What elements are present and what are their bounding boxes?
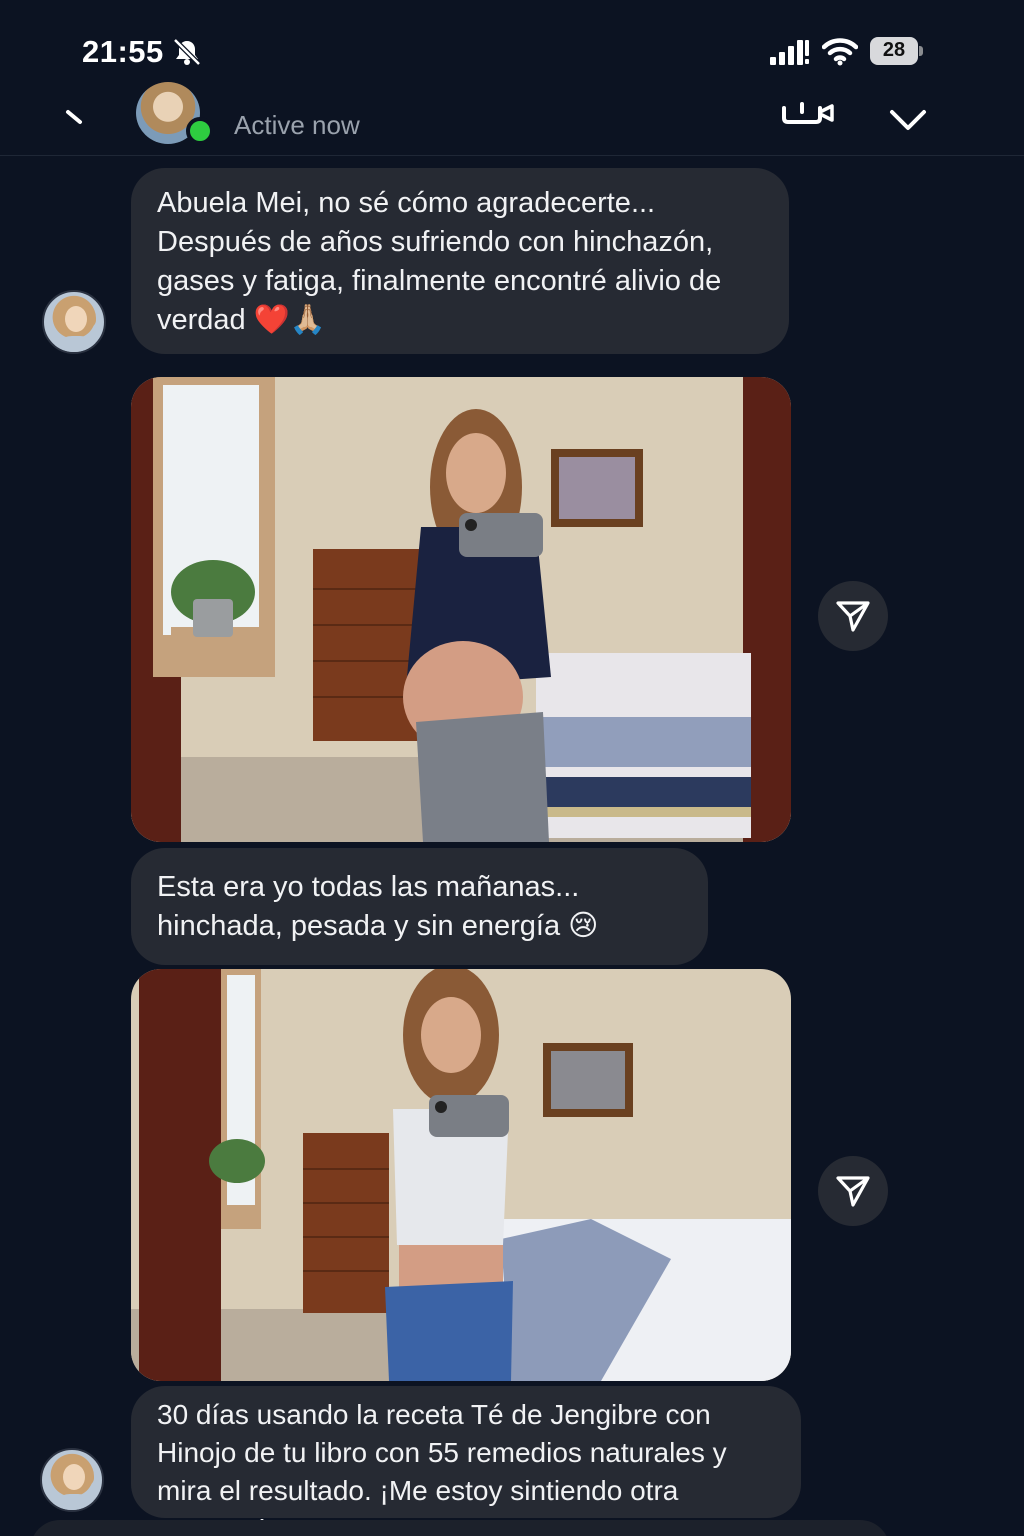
active-status: Active now	[234, 110, 360, 140]
send-icon	[836, 601, 870, 632]
battery-level: 28	[882, 39, 906, 61]
video-call-icon[interactable]	[780, 100, 836, 130]
message-bubble[interactable]: 30 días usando la receta Té de Jengibre …	[131, 1386, 801, 1536]
send-icon	[836, 1176, 870, 1207]
message-line: Hinojo de tu libro con 55 remedios natur…	[157, 1437, 727, 1468]
message-line: verdad ❤️🙏🏼	[157, 304, 326, 336]
sender-avatar[interactable]	[42, 290, 106, 354]
message-line: gases y fatiga, finalmente encontré aliv…	[157, 265, 722, 297]
message-line: 30 días usando la receta Té de Jengibre …	[157, 1399, 711, 1430]
back-icon[interactable]	[60, 104, 90, 134]
signal-icon	[770, 40, 809, 65]
chevron-down-icon[interactable]	[888, 104, 928, 134]
share-button[interactable]	[818, 1156, 888, 1226]
before-photo-image	[131, 377, 791, 842]
message-bubble[interactable]: Esta era yo todas las mañanas... hinchad…	[131, 848, 708, 965]
after-photo-image	[131, 969, 791, 1381]
after-photo[interactable]	[131, 969, 791, 1381]
message-line: Esta era yo todas las mañanas...	[157, 871, 580, 903]
online-indicator	[186, 117, 214, 145]
message-line: Abuela Mei, no sé cómo agradecerte...	[157, 187, 656, 219]
message-bubble[interactable]: Abuela Mei, no sé cómo agradecerte... De…	[131, 168, 789, 354]
message-line: Después de años sufriendo con hinchazón,	[157, 226, 714, 258]
battery-icon: 28	[870, 37, 924, 65]
status-time: 21:55	[82, 34, 164, 69]
wifi-icon	[822, 38, 858, 66]
bell-off-icon	[173, 38, 201, 66]
sender-avatar[interactable]	[40, 1448, 104, 1512]
before-photo[interactable]	[131, 377, 791, 842]
chat-header: Active now	[0, 82, 1024, 156]
message-composer[interactable]	[30, 1520, 890, 1536]
chat-screen: 21:55 28 Active now Abuela Mei, no sé có…	[0, 0, 1024, 1536]
message-line: hinchada, pesada y sin energía 😢	[157, 910, 599, 942]
share-button[interactable]	[818, 581, 888, 651]
